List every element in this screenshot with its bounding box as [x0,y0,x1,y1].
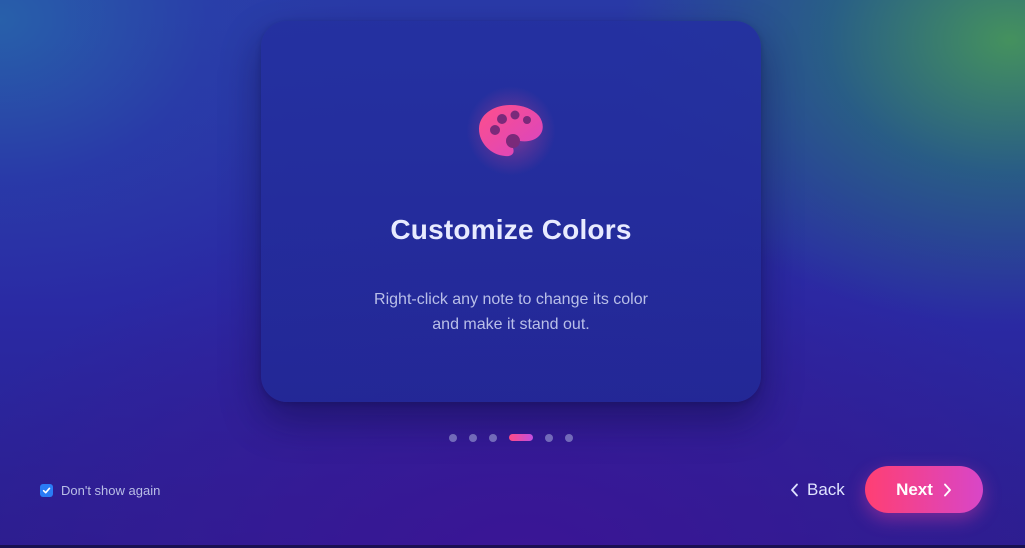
dont-show-again-option[interactable]: Don't show again [40,483,160,498]
back-button[interactable]: Back [784,474,851,506]
dont-show-again-checkbox[interactable] [40,484,53,497]
next-button[interactable]: Next [865,466,983,513]
next-button-label: Next [896,479,933,499]
dont-show-again-label: Don't show again [61,483,161,498]
palette-icon [479,105,543,157]
card-description: Right-click any note to change its color… [341,287,681,337]
palette-icon-container [461,86,561,176]
card-description-line-2: and make it stand out. [432,316,590,333]
page-dot-1[interactable] [449,433,457,442]
chevron-right-icon [943,483,951,496]
back-button-label: Back [807,480,845,499]
page-dot-3[interactable] [489,433,497,442]
card-description-line-1: Right-click any note to change its color [374,291,648,308]
page-dot-6[interactable] [565,433,573,442]
page-indicator [449,433,573,442]
page-dot-4-active[interactable] [509,434,533,441]
onboarding-window: Customize Colors Right-click any note to… [0,0,1025,548]
checkmark-icon [42,487,51,494]
card-title: Customize Colors [390,214,632,245]
page-dot-2[interactable] [469,433,477,442]
page-dot-5[interactable] [545,433,553,442]
onboarding-card: Customize Colors Right-click any note to… [261,21,761,402]
chevron-left-icon [791,483,798,497]
